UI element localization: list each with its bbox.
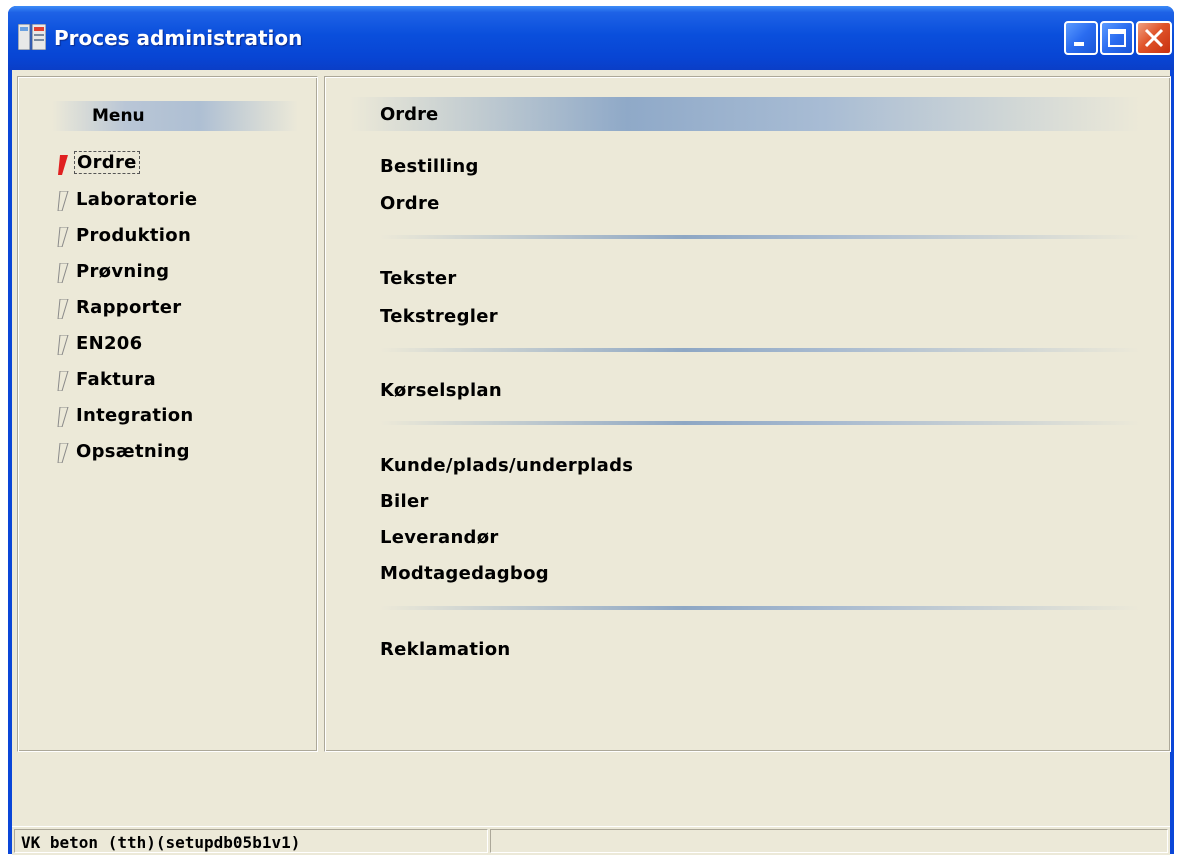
- sidebar-item-label: Rapporter: [76, 297, 182, 318]
- status-panel-main: VK beton (tth)(setupdb05b1v1): [14, 829, 488, 853]
- minimize-button[interactable]: [1064, 21, 1098, 55]
- link-leverandor[interactable]: Leverandør: [380, 527, 499, 548]
- sidebar-item-label: Integration: [76, 405, 194, 426]
- minimize-icon: [1074, 42, 1084, 46]
- title-bar[interactable]: Proces administration: [8, 6, 1174, 70]
- marker-icon: [57, 263, 69, 283]
- marker-icon: [57, 443, 69, 463]
- sidebar-item-label: Faktura: [76, 369, 156, 390]
- content-panel: Ordre Bestilling Ordre Tekster Tekstregl…: [324, 76, 1171, 752]
- link-bestilling[interactable]: Bestilling: [380, 156, 479, 177]
- marker-icon: [57, 371, 69, 391]
- marker-icon: [57, 335, 69, 355]
- sidebar-item-label: Prøvning: [76, 261, 170, 282]
- sidebar-item-label: EN206: [76, 333, 143, 354]
- group-divider: [380, 606, 1140, 610]
- section-title: Ordre: [380, 104, 439, 125]
- link-ordre[interactable]: Ordre: [380, 193, 440, 214]
- link-kunde-plads-underplads[interactable]: Kunde/plads/underplads: [380, 455, 633, 476]
- marker-icon: [57, 299, 69, 319]
- sidebar-item-label: Opsætning: [76, 441, 190, 462]
- status-panel-empty: [490, 829, 1168, 853]
- section-header: Ordre: [350, 97, 1140, 131]
- group-divider: [380, 421, 1140, 425]
- sidebar-item-label: Produktion: [76, 225, 192, 246]
- link-tekster[interactable]: Tekster: [380, 268, 457, 289]
- maximize-icon: [1108, 29, 1126, 47]
- menu-header-label: Menu: [92, 106, 145, 126]
- navigation-panel: Menu Ordre Laboratorie Produktion Prøvni…: [17, 76, 318, 752]
- group-divider: [380, 235, 1140, 239]
- client-area: Menu Ordre Laboratorie Produktion Prøvni…: [12, 70, 1171, 855]
- app-icon: [18, 24, 46, 50]
- maximize-button[interactable]: [1100, 21, 1134, 55]
- marker-icon: [57, 191, 69, 211]
- link-modtagedagbog[interactable]: Modtagedagbog: [380, 563, 549, 584]
- menu-header: Menu: [52, 101, 298, 131]
- link-korselsplan[interactable]: Kørselsplan: [380, 380, 502, 401]
- link-biler[interactable]: Biler: [380, 491, 429, 512]
- marker-icon: [57, 227, 69, 247]
- group-divider: [380, 348, 1140, 352]
- window-title: Proces administration: [54, 26, 303, 50]
- close-button[interactable]: [1136, 21, 1172, 55]
- status-bar: VK beton (tth)(setupdb05b1v1): [12, 826, 1170, 855]
- link-reklamation[interactable]: Reklamation: [380, 639, 511, 660]
- close-icon: [1144, 28, 1164, 48]
- selected-marker-icon: [58, 155, 68, 175]
- sidebar-item-label: Ordre: [74, 151, 140, 174]
- marker-icon: [57, 407, 69, 427]
- status-text: VK beton (tth)(setupdb05b1v1): [21, 833, 301, 852]
- link-tekstregler[interactable]: Tekstregler: [380, 306, 498, 327]
- sidebar-item-label: Laboratorie: [76, 189, 198, 210]
- app-window: Proces administration Menu Ordre Laborat…: [8, 6, 1174, 855]
